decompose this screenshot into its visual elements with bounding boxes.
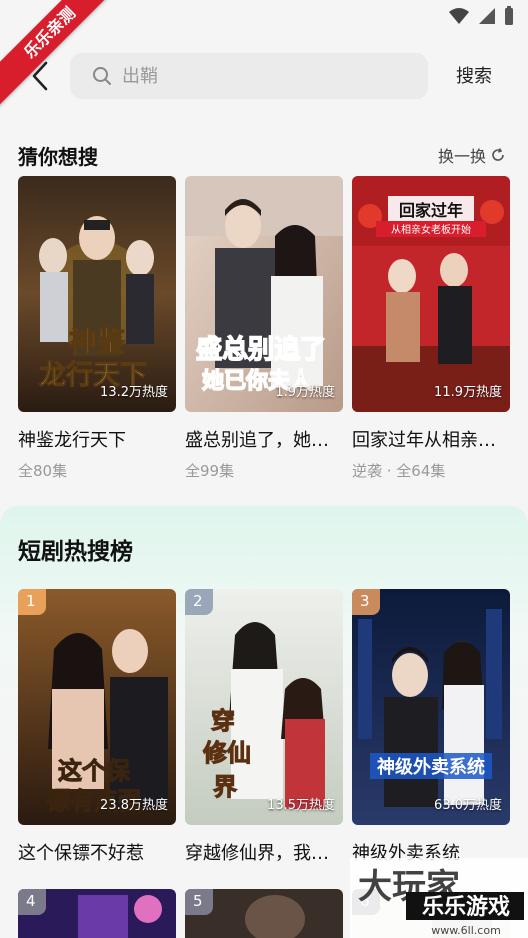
poster-title-art: 穿 修仙 界 bbox=[202, 707, 252, 802]
guess-card-2[interactable]: 盛总别追了 她已你夫人 1.9万热度 盛总别追了，她… 全99集 bbox=[185, 176, 343, 481]
svg-text:盛总别追了: 盛总别追了 bbox=[196, 334, 326, 365]
poster-title-art: 这个保 镖有点强 bbox=[46, 757, 143, 816]
hot-poster-3[interactable]: 神级外卖系统 3 63.0万热度 bbox=[352, 589, 510, 825]
refresh-icon bbox=[492, 148, 504, 161]
heat-label: 13.2万热度 bbox=[100, 385, 168, 400]
site-watermark-logo: 大玩家 乐乐游戏 www.6ll.com bbox=[350, 858, 528, 938]
card-title[interactable]: 回家过年从相亲… bbox=[352, 426, 510, 452]
card-subtitle: 逆袭 · 全64集 bbox=[352, 462, 446, 480]
poster-title-art: 盛总别追了 她已你夫人 bbox=[195, 333, 327, 395]
search-icon bbox=[93, 67, 111, 85]
svg-text:神鉴: 神鉴 bbox=[69, 325, 126, 358]
system-icons bbox=[448, 6, 514, 26]
card-title[interactable]: 盛总别追了，她… bbox=[185, 426, 343, 452]
heat-label: 63.0万热度 bbox=[434, 798, 502, 813]
rank-badge: 4 bbox=[18, 889, 46, 915]
card-title[interactable]: 穿越修仙界，我… bbox=[185, 839, 343, 865]
card-subtitle: 全99集 bbox=[185, 462, 235, 480]
guess-card-3[interactable]: 回家过年 从相亲女老板开始 11.9万热度 回家过年从相亲… 逆袭 · 全64集 bbox=[352, 176, 510, 481]
hot-card-2[interactable]: 穿 修仙 界 2 13.5万热度 穿越修仙界，我… bbox=[185, 589, 343, 865]
poster-title-art: 神级外卖系统 bbox=[370, 753, 492, 779]
svg-text:这个保: 这个保 bbox=[58, 757, 131, 785]
hot-list-title: 短剧热搜榜 bbox=[18, 539, 133, 565]
rank-badge: 1 bbox=[18, 589, 46, 615]
heat-label: 1.9万热度 bbox=[275, 385, 335, 400]
card-title[interactable]: 神鉴龙行天下 bbox=[18, 426, 176, 452]
svg-text:界: 界 bbox=[213, 773, 237, 801]
poster-title-art: 神鉴 龙行天下 bbox=[39, 325, 148, 392]
signal-icon bbox=[479, 8, 495, 24]
hot-card-4[interactable]: 4 bbox=[18, 889, 176, 938]
card-subtitle: 全80集 bbox=[18, 462, 68, 480]
card-title[interactable]: 这个保镖不好惹 bbox=[18, 839, 176, 865]
hot-card-3[interactable]: 神级外卖系统 3 63.0万热度 神级外卖系统 bbox=[352, 589, 510, 865]
svg-text:穿: 穿 bbox=[211, 707, 235, 735]
guess-poster-3[interactable]: 回家过年 从相亲女老板开始 11.9万热度 bbox=[352, 176, 510, 412]
heat-label: 23.8万热度 bbox=[100, 798, 168, 813]
hot-poster-2[interactable]: 穿 修仙 界 2 13.5万热度 bbox=[185, 589, 343, 825]
hot-poster-1[interactable]: 这个保 镖有点强 1 23.8万热度 bbox=[18, 589, 176, 825]
battery-icon bbox=[505, 6, 513, 25]
svg-text:乐乐游戏: 乐乐游戏 bbox=[422, 894, 510, 920]
search-header: 搜索 bbox=[0, 50, 528, 102]
svg-text:www.6ll.com: www.6ll.com bbox=[431, 924, 501, 937]
search-input[interactable] bbox=[122, 61, 412, 91]
hot-card-1[interactable]: 这个保 镖有点强 1 23.8万热度 这个保镖不好惹 bbox=[18, 589, 176, 865]
rank-badge: 2 bbox=[185, 589, 213, 615]
svg-text:神级外卖系统: 神级外卖系统 bbox=[377, 756, 485, 778]
svg-text:回家过年: 回家过年 bbox=[399, 201, 463, 220]
guess-poster-1[interactable]: 神鉴 龙行天下 13.2万热度 bbox=[18, 176, 176, 412]
poster-title-art: 回家过年 从相亲女老板开始 bbox=[376, 201, 486, 237]
refresh-label: 换一换 bbox=[438, 147, 487, 166]
heat-label: 13.5万热度 bbox=[267, 798, 335, 813]
search-box[interactable] bbox=[70, 53, 428, 99]
search-button[interactable]: 搜索 bbox=[456, 62, 492, 88]
wifi-icon bbox=[449, 8, 469, 24]
hot-card-5[interactable]: 5 bbox=[185, 889, 343, 938]
rank-badge: 3 bbox=[352, 589, 380, 615]
refresh-button[interactable]: 换一换 bbox=[438, 143, 506, 167]
guess-card-1[interactable]: 神鉴 龙行天下 13.2万热度 神鉴龙行天下 全80集 bbox=[18, 176, 176, 481]
hot-poster-4[interactable]: 4 bbox=[18, 889, 176, 938]
heat-label: 11.9万热度 bbox=[434, 385, 502, 400]
rank-badge: 5 bbox=[185, 889, 213, 915]
svg-text:从相亲女老板开始: 从相亲女老板开始 bbox=[391, 223, 471, 236]
hot-poster-5[interactable]: 5 bbox=[185, 889, 343, 938]
guess-poster-2[interactable]: 盛总别追了 她已你夫人 1.9万热度 bbox=[185, 176, 343, 412]
guess-section-title: 猜你想搜 bbox=[18, 145, 98, 169]
svg-text:修仙: 修仙 bbox=[202, 739, 251, 767]
